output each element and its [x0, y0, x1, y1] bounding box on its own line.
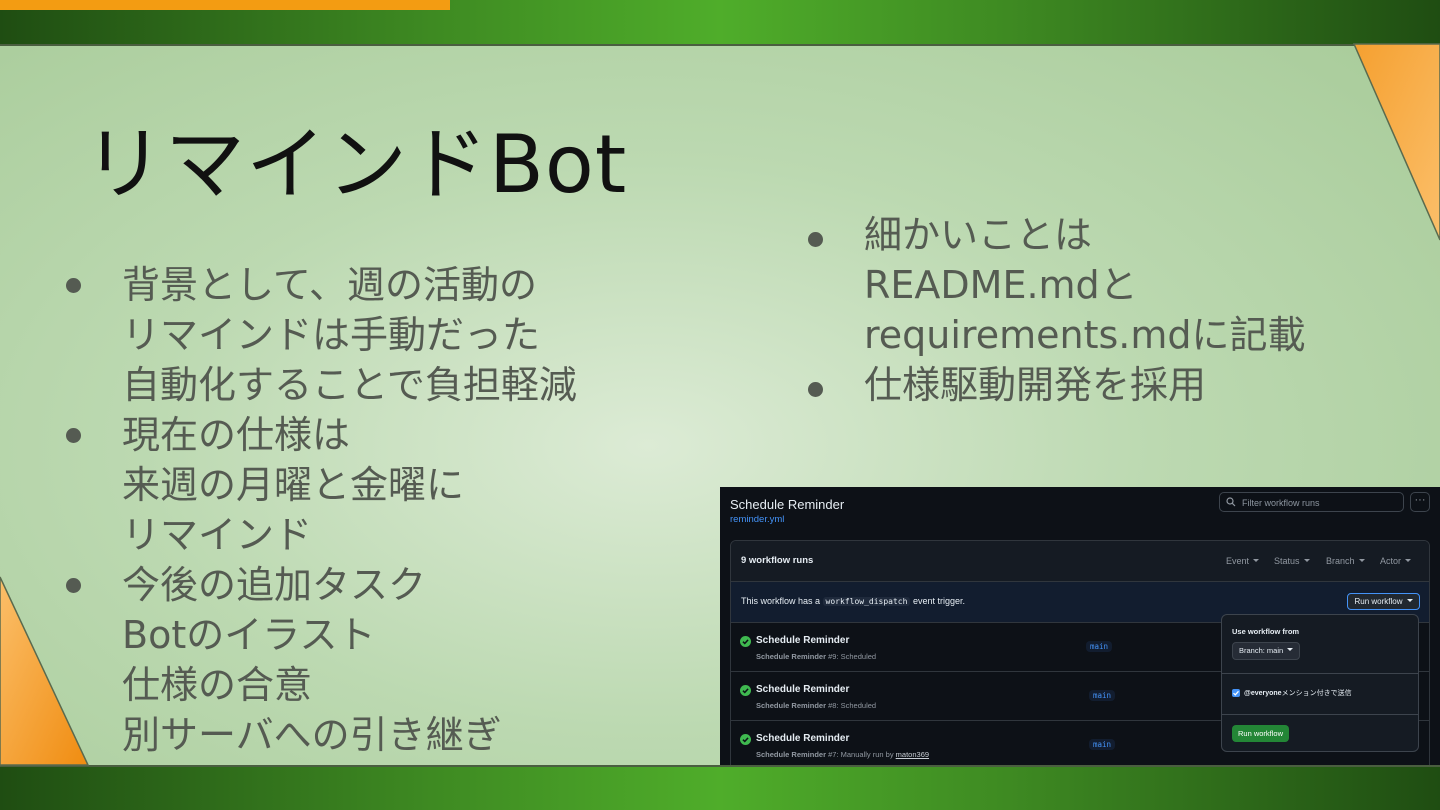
left-bullet-list: 背景として、週の活動の リマインドは手動だった 自動化することで負担軽減 現在の…: [62, 260, 702, 760]
bullet-line: リマインドは手動だった: [122, 313, 541, 357]
branch-select[interactable]: Branch: main: [1232, 642, 1301, 660]
check-circle-icon: [740, 636, 751, 647]
filter-input[interactable]: [1240, 495, 1402, 511]
bullet-dot: [66, 428, 81, 443]
slide: リマインドBot 背景として、週の活動の リマインドは手動だった 自動化すること…: [0, 0, 1440, 810]
bullet-dot: [66, 278, 81, 293]
bullet-dot: [66, 578, 81, 593]
caret-down-icon: [1358, 559, 1365, 562]
run-workflow-label: Run workflow: [1354, 597, 1403, 606]
bullet-line: requirements.mdに記載: [864, 313, 1306, 357]
bullet-line: リマインド: [122, 513, 313, 557]
run-detail-text: #8: Scheduled: [828, 701, 877, 710]
github-actions-screenshot: Schedule Reminder reminder.yml ··· 9 wor…: [720, 487, 1440, 765]
everyone-mention-label: @everyoneメンション付きで送信: [1244, 688, 1352, 698]
dispatch-banner-text: This workflow has a workflow_dispatch ev…: [741, 596, 965, 606]
bullet-line: 仕様の合意: [122, 663, 313, 707]
branch-badge[interactable]: main: [1086, 641, 1113, 652]
bullet-dot: [808, 382, 823, 397]
filter-branch[interactable]: Branch: [1326, 556, 1365, 566]
bullet-details: 細かいことは README.mdと requirements.mdに記載: [806, 210, 1426, 360]
bullet-background: 背景として、週の活動の リマインドは手動だった 自動化することで負担軽減: [62, 260, 702, 410]
caret-down-icon: [1287, 648, 1294, 651]
bullet-line: 細かいことは: [864, 213, 1093, 257]
everyone-mention-checkbox[interactable]: [1232, 689, 1240, 697]
run-name[interactable]: Schedule Reminder: [756, 733, 849, 744]
run-detail-text: #7: Manually run by: [828, 750, 894, 759]
banner-prefix: This workflow has a: [741, 596, 821, 606]
filter-branch-label: Branch: [1326, 556, 1355, 566]
run-workflow-dropdown: Use workflow from Branch: main @everyone…: [1221, 614, 1419, 752]
run-label: Schedule Reminder: [756, 701, 827, 710]
caret-down-icon: [1253, 559, 1260, 562]
use-workflow-from-label: Use workflow from: [1232, 627, 1300, 636]
workflow-title: Schedule Reminder: [730, 497, 845, 512]
right-bullet-list: 細かいことは README.mdと requirements.mdに記載 仕様駆…: [806, 210, 1426, 410]
runs-header: 9 workflow runs Event Status Branch Acto…: [731, 541, 1429, 582]
run-detail: Schedule Reminder #9: Scheduled: [756, 652, 876, 661]
divider: [1222, 714, 1418, 715]
slide-title: リマインドBot: [84, 118, 628, 211]
bullet-line: 今後の追加タスク: [122, 563, 427, 607]
divider: [1222, 673, 1418, 674]
branch-badge[interactable]: main: [1089, 739, 1116, 750]
filter-status[interactable]: Status: [1274, 556, 1310, 566]
run-workflow-submit-button[interactable]: Run workflow: [1232, 725, 1290, 742]
search-icon: [1226, 497, 1236, 507]
bullet-dot: [808, 232, 823, 247]
run-label: Schedule Reminder: [756, 652, 827, 661]
branch-select-label: Branch: main: [1239, 646, 1284, 655]
filter-actor[interactable]: Actor: [1380, 556, 1412, 566]
banner-suffix: event trigger.: [912, 596, 965, 606]
run-name[interactable]: Schedule Reminder: [756, 635, 849, 646]
mention-bold: @everyone: [1244, 690, 1282, 697]
bullet-line: 仕様駆動開発を採用: [864, 363, 1207, 407]
bullet-current-spec: 現在の仕様は 来週の月曜と金曜に リマインド: [62, 410, 702, 560]
bullet-line: 自動化することで負担軽減: [122, 363, 577, 407]
filter-status-label: Status: [1274, 556, 1300, 566]
banner-code: workflow_dispatch: [822, 597, 911, 606]
filter-event-label: Event: [1226, 556, 1250, 566]
bullet-spec-driven: 仕様駆動開発を採用: [806, 360, 1426, 410]
run-detail-text: #9: Scheduled: [828, 652, 877, 661]
run-name[interactable]: Schedule Reminder: [756, 684, 849, 695]
run-label: Schedule Reminder: [756, 750, 827, 759]
run-detail: Schedule Reminder #7: Manually run by ma…: [756, 750, 929, 759]
runs-count: 9 workflow runs: [741, 555, 814, 566]
bullet-line: README.mdと: [864, 263, 1138, 307]
filter-workflow-runs[interactable]: [1219, 492, 1404, 512]
check-circle-icon: [740, 685, 751, 696]
caret-down-icon: [1405, 559, 1412, 562]
caret-down-icon: [1303, 559, 1310, 562]
bullet-line: 背景として、週の活動の: [122, 263, 537, 307]
bullet-line: Botのイラスト: [122, 613, 376, 657]
run-detail: Schedule Reminder #8: Scheduled: [756, 701, 876, 710]
bullet-line: 来週の月曜と金曜に: [122, 463, 465, 507]
bullet-future-tasks: 今後の追加タスク Botのイラスト 仕様の合意 別サーバへの引き継ぎ: [62, 560, 702, 760]
caret-down-icon: [1406, 599, 1413, 602]
check-circle-icon: [740, 734, 751, 745]
run-actor-link[interactable]: maton369: [896, 750, 929, 759]
bullet-line: 別サーバへの引き継ぎ: [122, 713, 502, 757]
bullet-line: 現在の仕様は: [122, 413, 351, 457]
checkmark-icon: [1233, 690, 1239, 696]
branch-badge[interactable]: main: [1089, 690, 1116, 701]
more-options-button[interactable]: ···: [1410, 492, 1430, 512]
mention-rest: メンション付きで送信: [1281, 690, 1352, 697]
workflow-file-link[interactable]: reminder.yml: [730, 514, 784, 525]
filter-event[interactable]: Event: [1226, 556, 1260, 566]
filter-actor-label: Actor: [1380, 556, 1402, 566]
run-workflow-dropdown-button[interactable]: Run workflow: [1347, 593, 1420, 610]
